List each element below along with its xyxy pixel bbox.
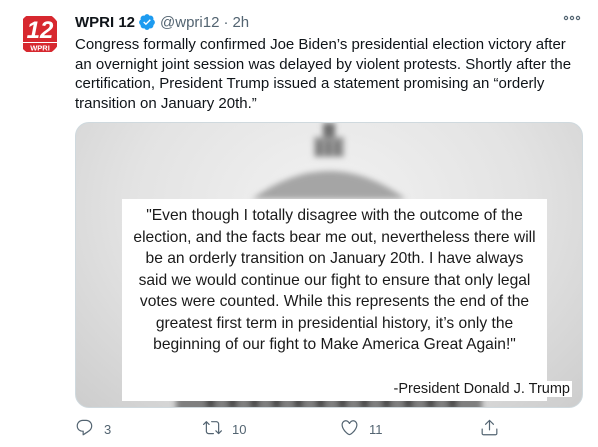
avatar-logo-wordmark: WPRI xyxy=(30,44,50,53)
tweet-image[interactable]: "Even though I totally disagree with the… xyxy=(75,122,583,408)
tweet-actions: 3 10 11 xyxy=(75,418,575,440)
timestamp[interactable]: 2h xyxy=(232,14,249,31)
author-handle[interactable]: @wpri12 xyxy=(160,14,219,31)
quote-attribution: -President Donald J. Trump xyxy=(391,381,572,397)
avatar-logo-number: 12 xyxy=(27,17,54,44)
retweet-button[interactable]: 10 xyxy=(203,418,246,440)
retweet-count: 10 xyxy=(232,421,247,437)
reply-icon xyxy=(75,418,94,440)
tweet-text: Congress formally confirmed Joe Biden’s … xyxy=(75,36,572,112)
like-icon xyxy=(340,418,359,440)
retweet-icon xyxy=(203,418,222,440)
author-name[interactable]: WPRI 12 xyxy=(75,14,135,31)
separator-dot: · xyxy=(223,13,229,31)
like-count: 11 xyxy=(369,421,383,437)
like-button[interactable]: 11 xyxy=(340,418,383,440)
tweet-header: WPRI 12 @wpri12 · 2h xyxy=(75,12,249,32)
reply-count: 3 xyxy=(104,421,112,437)
verified-icon xyxy=(138,13,156,31)
more-icon[interactable] xyxy=(560,10,584,26)
avatar[interactable]: 12 WPRI xyxy=(17,12,61,56)
share-icon xyxy=(480,418,499,440)
wpri-logo: 12 WPRI xyxy=(17,12,61,56)
quote-text: "Even though I totally disagree with the… xyxy=(133,207,536,353)
share-button[interactable] xyxy=(480,418,499,440)
tweet[interactable]: 12 WPRI WPRI 12 @wpri12 · 2h Congress fo… xyxy=(0,0,598,447)
quote-card: "Even though I totally disagree with the… xyxy=(122,199,547,401)
reply-button[interactable]: 3 xyxy=(75,418,111,440)
